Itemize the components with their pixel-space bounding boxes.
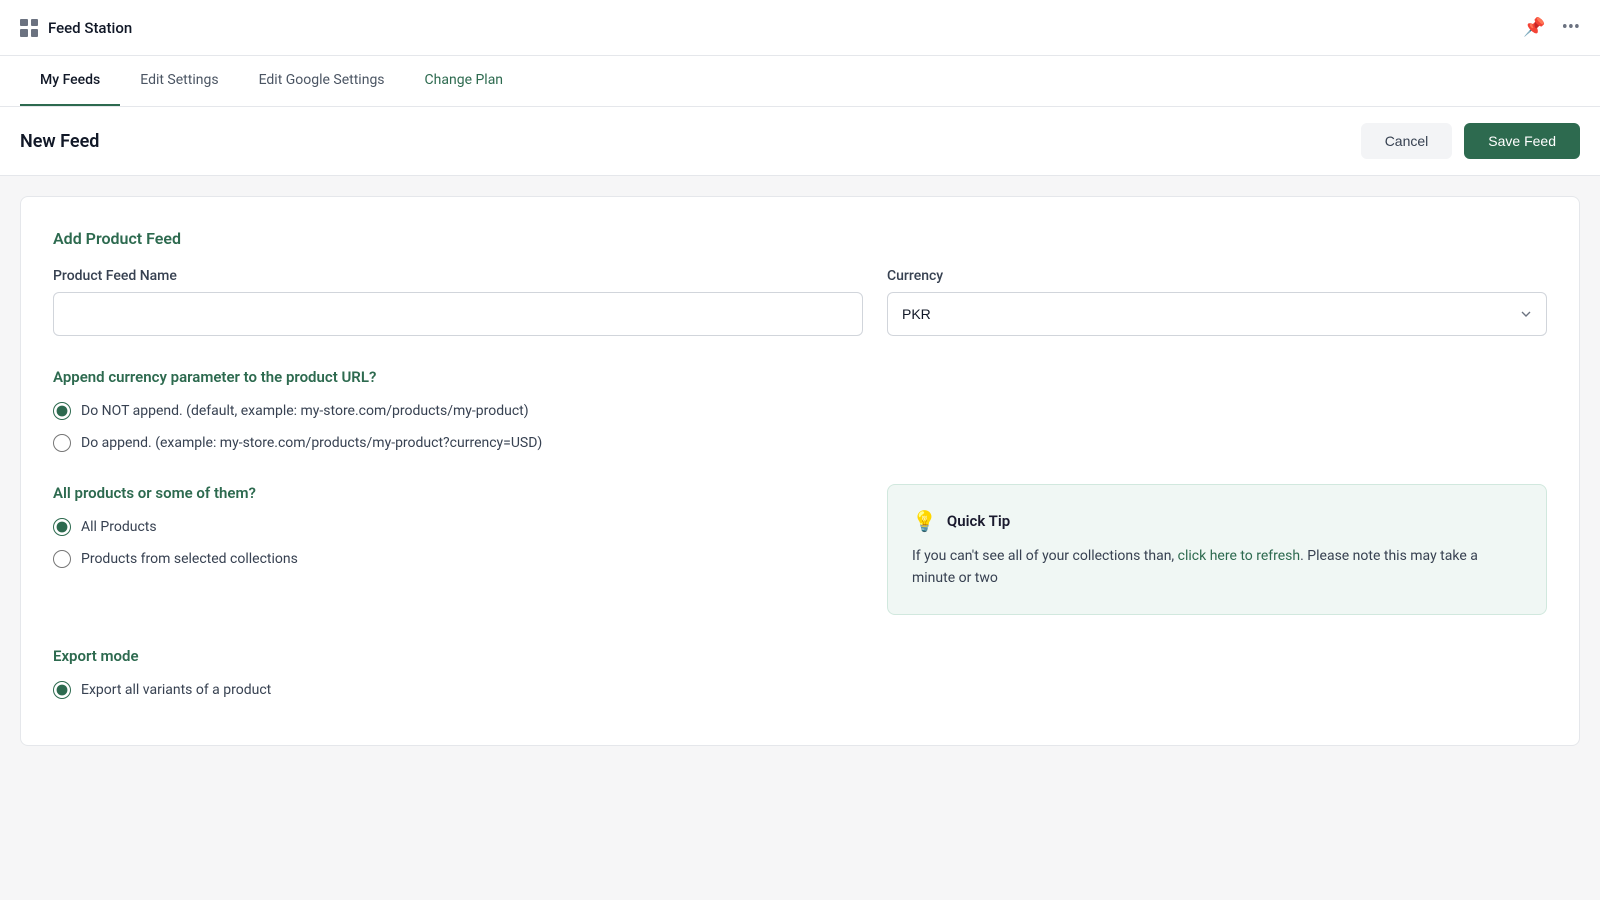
no-append-radio[interactable]	[53, 402, 71, 420]
quick-tip-header: 💡 Quick Tip	[912, 509, 1522, 533]
export-mode-section: Export mode Export all variants of a pro…	[53, 647, 1547, 699]
currency-label: Currency	[887, 268, 1547, 284]
append-currency-section: Append currency parameter to the product…	[53, 368, 1547, 452]
quick-tip-box: 💡 Quick Tip If you can't see all of your…	[887, 484, 1547, 615]
add-product-feed-title: Add Product Feed	[53, 229, 1547, 248]
main-content: Add Product Feed Product Feed Name Curre…	[0, 176, 1600, 766]
no-append-option[interactable]: Do NOT append. (default, example: my-sto…	[53, 402, 1547, 420]
do-append-option[interactable]: Do append. (example: my-store.com/produc…	[53, 434, 1547, 452]
page-header: New Feed Cancel Save Feed	[0, 107, 1600, 176]
quick-tip-title: Quick Tip	[947, 512, 1010, 530]
tab-edit-settings[interactable]: Edit Settings	[120, 56, 238, 106]
save-feed-button[interactable]: Save Feed	[1464, 123, 1580, 159]
nav-tabs: My Feeds Edit Settings Edit Google Setti…	[0, 56, 1600, 107]
quick-tip-text: If you can't see all of your collections…	[912, 545, 1522, 590]
export-all-variants-option[interactable]: Export all variants of a product	[53, 681, 1547, 699]
click-to-refresh-link[interactable]: click here to refresh	[1178, 548, 1300, 564]
tab-edit-google-settings[interactable]: Edit Google Settings	[239, 56, 405, 106]
tab-change-plan[interactable]: Change Plan	[405, 56, 524, 106]
no-append-label: Do NOT append. (default, example: my-sto…	[81, 403, 529, 419]
bulb-icon: 💡	[912, 509, 937, 533]
top-bar-actions: 📌 •••	[1523, 17, 1580, 38]
append-currency-title: Append currency parameter to the product…	[53, 368, 1547, 386]
more-options-icon[interactable]: •••	[1562, 17, 1580, 38]
quick-tip-text-before: If you can't see all of your collections…	[912, 548, 1178, 564]
selected-collections-label: Products from selected collections	[81, 551, 298, 567]
selected-collections-radio[interactable]	[53, 550, 71, 568]
export-all-variants-radio[interactable]	[53, 681, 71, 699]
name-currency-row: Product Feed Name Currency PKR USD EUR G…	[53, 268, 1547, 336]
all-products-option[interactable]: All Products	[53, 518, 863, 536]
app-title: Feed Station	[48, 19, 132, 37]
app-icon	[20, 19, 38, 37]
app-brand: Feed Station	[20, 19, 132, 37]
do-append-label: Do append. (example: my-store.com/produc…	[81, 435, 542, 451]
product-feed-name-group: Product Feed Name	[53, 268, 863, 336]
top-bar: Feed Station 📌 •••	[0, 0, 1600, 56]
header-actions: Cancel Save Feed	[1361, 123, 1580, 159]
export-all-variants-label: Export all variants of a product	[81, 682, 271, 698]
quick-tip-section: 💡 Quick Tip If you can't see all of your…	[887, 484, 1547, 615]
product-feed-name-input[interactable]	[53, 292, 863, 336]
products-tip-row: All products or some of them? All Produc…	[53, 484, 1547, 615]
cancel-button[interactable]: Cancel	[1361, 123, 1453, 159]
form-card: Add Product Feed Product Feed Name Curre…	[20, 196, 1580, 746]
products-section-title: All products or some of them?	[53, 484, 863, 502]
product-feed-name-label: Product Feed Name	[53, 268, 863, 284]
all-products-radio[interactable]	[53, 518, 71, 536]
products-section: All products or some of them? All Produc…	[53, 484, 863, 615]
do-append-radio[interactable]	[53, 434, 71, 452]
page-title: New Feed	[20, 131, 99, 152]
export-mode-title: Export mode	[53, 647, 1547, 665]
currency-group: Currency PKR USD EUR GBP	[887, 268, 1547, 336]
tab-my-feeds[interactable]: My Feeds	[20, 56, 120, 106]
selected-collections-option[interactable]: Products from selected collections	[53, 550, 863, 568]
currency-select[interactable]: PKR USD EUR GBP	[887, 292, 1547, 336]
all-products-label: All Products	[81, 519, 157, 535]
pin-icon[interactable]: 📌	[1523, 17, 1545, 38]
